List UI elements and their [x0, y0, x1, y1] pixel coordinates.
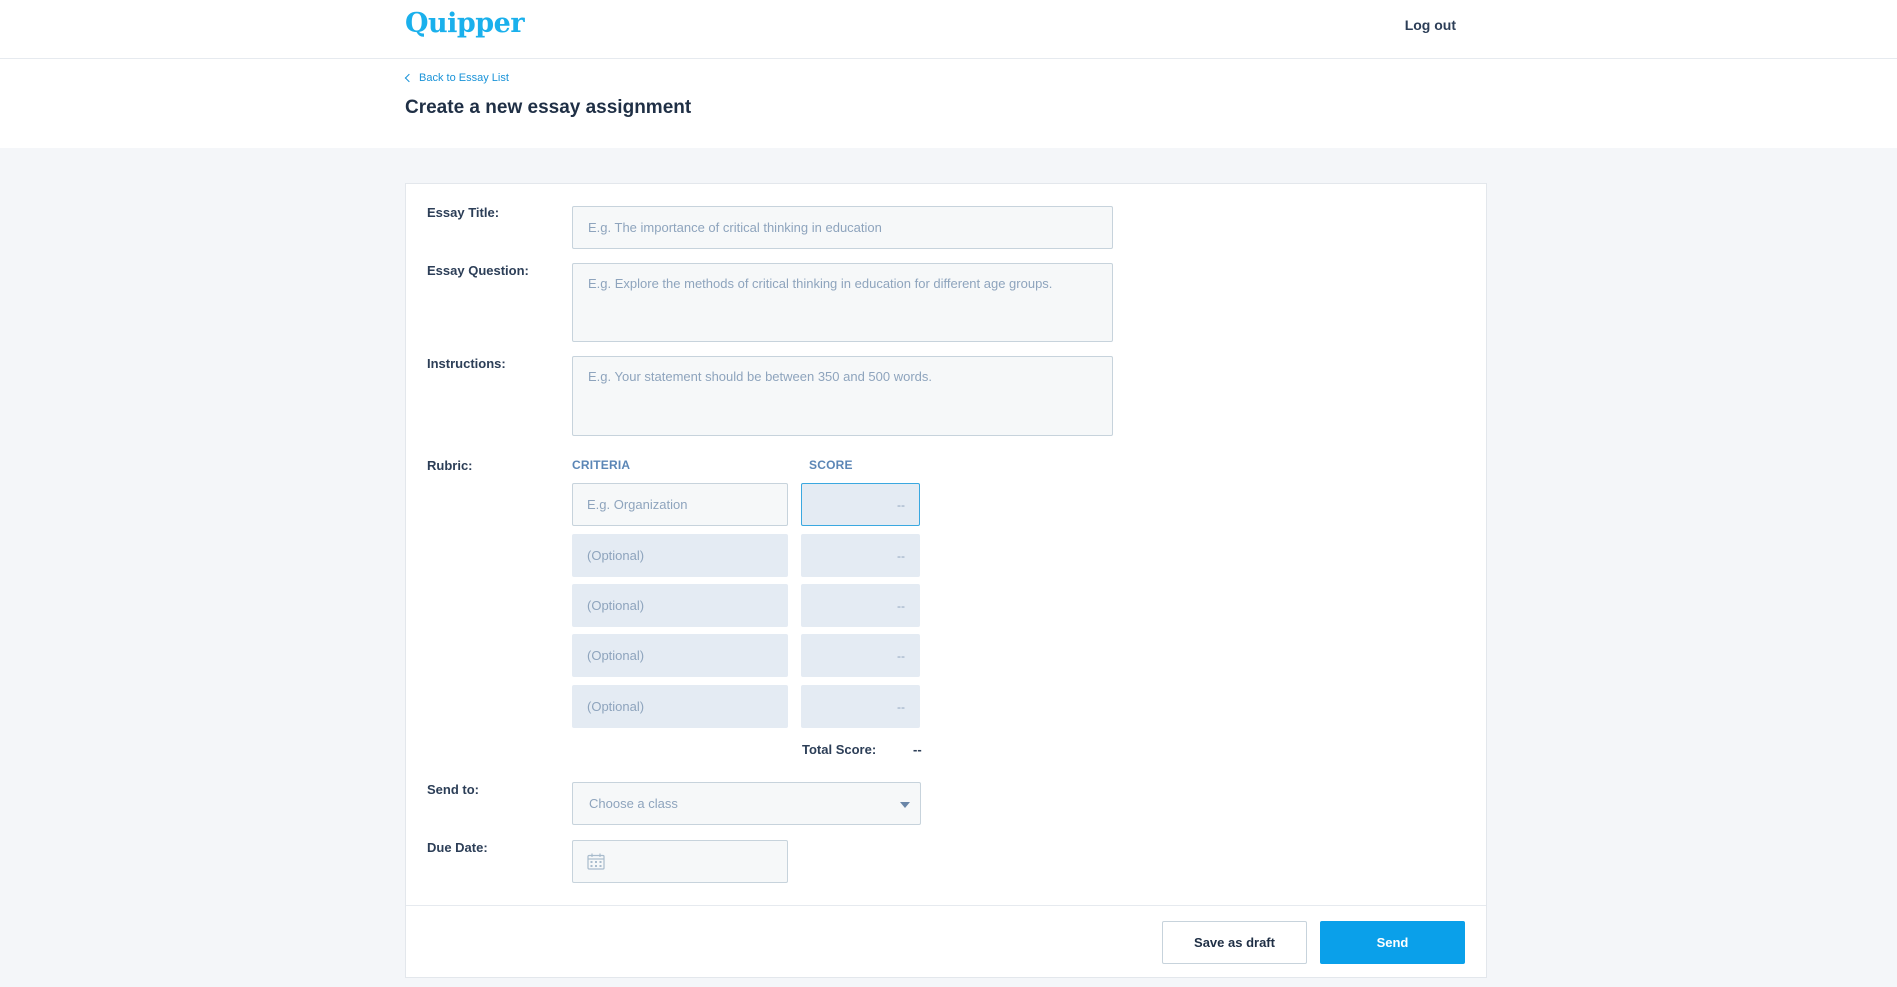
essay-title-label: Essay Title: [427, 205, 500, 220]
rubric-criteria-input[interactable] [572, 483, 788, 526]
rubric-score-input[interactable] [801, 584, 920, 627]
top-navigation-bar: Quipper Log out [0, 0, 1897, 59]
rubric-criteria-input[interactable] [572, 584, 788, 627]
criteria-column-header: CRITERIA [572, 458, 631, 472]
page-header: Back to Essay List Create a new essay as… [0, 59, 1897, 148]
page-title: Create a new essay assignment [405, 97, 692, 118]
score-column-header: SCORE [809, 458, 853, 472]
send-button[interactable]: Send [1320, 921, 1465, 964]
quipper-logo[interactable]: Quipper [405, 8, 525, 39]
instructions-label: Instructions: [427, 356, 506, 371]
rubric-criteria-input[interactable] [572, 534, 788, 577]
essay-question-label: Essay Question: [427, 263, 529, 278]
send-to-label: Send to: [427, 782, 479, 797]
class-select-value: Choose a class [589, 796, 678, 811]
save-as-draft-button[interactable]: Save as draft [1162, 921, 1307, 964]
rubric-score-input[interactable] [801, 483, 920, 526]
rubric-score-input[interactable] [801, 534, 920, 577]
total-score-label: Total Score: [802, 742, 877, 757]
back-to-essay-list-link[interactable]: Back to Essay List [404, 72, 509, 84]
rubric-label: Rubric: [427, 458, 473, 473]
calendar-icon [587, 853, 605, 870]
chevron-down-icon [900, 802, 910, 808]
instructions-textarea[interactable] [572, 356, 1113, 436]
rubric-score-input[interactable] [801, 634, 920, 677]
due-date-picker[interactable] [572, 840, 788, 883]
logout-link[interactable]: Log out [1405, 17, 1456, 33]
due-date-label: Due Date: [427, 840, 488, 855]
rubric-criteria-input[interactable] [572, 685, 788, 728]
back-link-label: Back to Essay List [419, 72, 509, 84]
essay-title-input[interactable] [572, 206, 1113, 249]
rubric-score-input[interactable] [801, 685, 920, 728]
total-score-value: -- [913, 742, 922, 757]
essay-form-card: Essay Title: Essay Question: Instruction… [405, 183, 1487, 978]
form-footer-divider [406, 905, 1486, 906]
class-select-dropdown[interactable]: Choose a class [572, 782, 921, 825]
rubric-criteria-input[interactable] [572, 634, 788, 677]
essay-question-textarea[interactable] [572, 263, 1113, 342]
chevron-left-icon [404, 73, 414, 83]
